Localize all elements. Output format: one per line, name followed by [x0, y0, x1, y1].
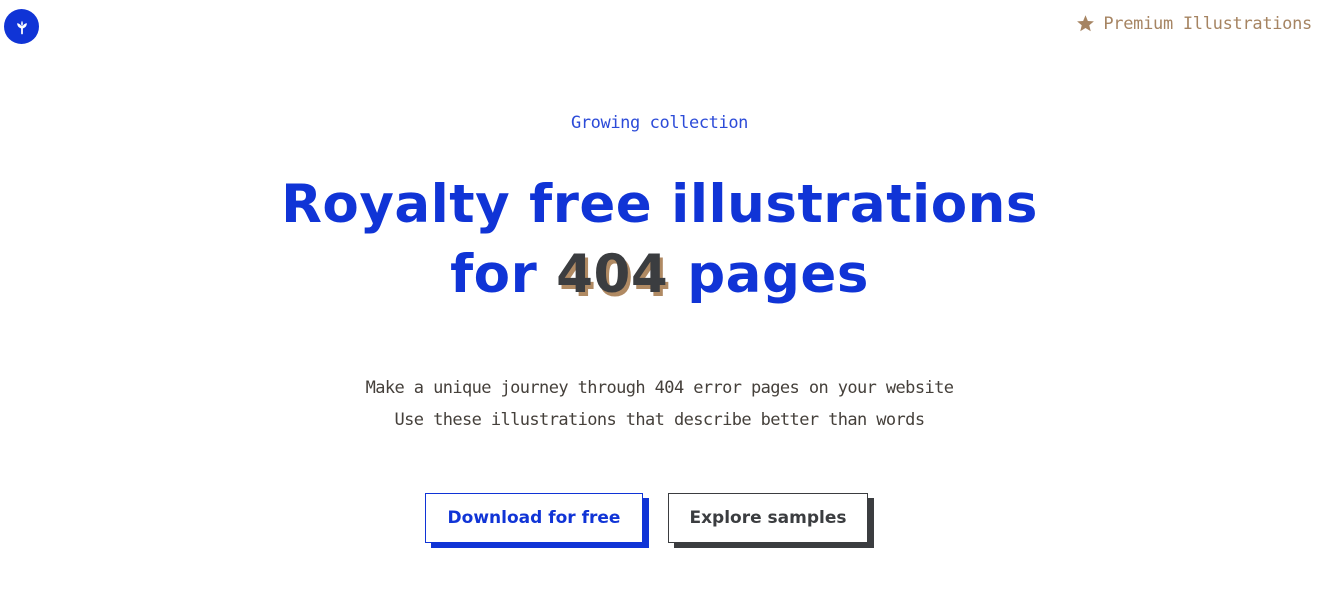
download-button[interactable]: Download for free: [425, 493, 643, 543]
description-line-2: Use these illustrations that describe be…: [394, 410, 926, 430]
star-icon: [1075, 13, 1096, 34]
sprout-icon: [13, 18, 31, 36]
premium-link-label: Premium Illustrations: [1103, 13, 1312, 34]
eyebrow-text: Growing collection: [570, 113, 749, 133]
headline-line-2: for 404 pages: [0, 240, 1319, 310]
headline-line-1: Royalty free illustrations: [281, 174, 1038, 235]
page-title: Royalty free illustrations for 404 pages: [0, 170, 1319, 310]
headline-404: 404: [556, 244, 669, 305]
logo-button[interactable]: [4, 9, 39, 44]
headline-for: for: [450, 244, 557, 305]
premium-illustrations-link[interactable]: Premium Illustrations: [1075, 13, 1312, 34]
explore-samples-button[interactable]: Explore samples: [668, 493, 868, 543]
description-line-1: Make a unique journey through 404 error …: [365, 378, 954, 398]
hero-description: Make a unique journey through 404 error …: [0, 372, 1319, 436]
headline-pages: pages: [668, 244, 869, 305]
